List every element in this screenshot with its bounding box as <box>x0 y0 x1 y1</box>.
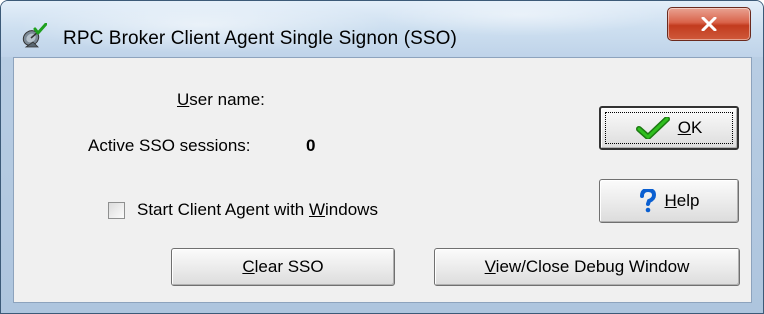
view-close-debug-window-button[interactable]: View/Close Debug Window <box>434 248 740 286</box>
ok-label: OK <box>677 118 703 137</box>
close-icon <box>701 17 717 31</box>
debug-window-label: View/Close Debug Window <box>484 257 690 276</box>
clear-sso-label: Clear SSO <box>242 257 324 276</box>
title-bar[interactable]: RPC Broker Client Agent Single Signon (S… <box>1 1 763 57</box>
active-sessions-count: 0 <box>306 136 316 155</box>
help-button[interactable]: Help <box>599 179 739 223</box>
blue-question-mark-icon <box>639 189 656 213</box>
dialog-window: RPC Broker Client Agent Single Signon (S… <box>0 0 764 314</box>
user-name-label: User name: <box>177 90 265 109</box>
start-with-windows-label[interactable]: Start Client Agent with Windows <box>137 200 378 220</box>
ok-button[interactable]: OK <box>599 106 739 150</box>
dialog-client-area: User name: Active SSO sessions: 0 Start … <box>13 57 752 303</box>
satellite-dish-icon <box>22 23 47 48</box>
close-button[interactable] <box>667 7 751 41</box>
green-checkmark-icon <box>635 117 670 139</box>
help-label: Help <box>664 191 700 210</box>
window-title: RPC Broker Client Agent Single Signon (S… <box>63 28 457 49</box>
clear-sso-button[interactable]: Clear SSO <box>171 248 395 286</box>
start-with-windows-checkbox[interactable] <box>108 202 125 219</box>
active-sessions-label: Active SSO sessions: <box>88 136 251 155</box>
